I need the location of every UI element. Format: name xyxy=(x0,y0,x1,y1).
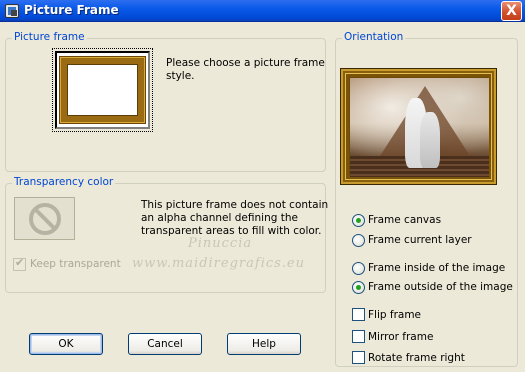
frame-outside-label[interactable]: Frame outside of the image xyxy=(368,281,513,294)
frame-instruction-line1: Please choose a picture frame xyxy=(166,57,325,69)
picture-frame-legend: Picture frame xyxy=(12,31,87,43)
flip-frame-label[interactable]: Flip frame xyxy=(368,309,421,322)
frame-style-picker[interactable] xyxy=(52,48,153,132)
mirror-frame-label[interactable]: Mirror frame xyxy=(368,331,433,344)
rotate-frame-right-checkbox[interactable] xyxy=(352,351,365,364)
keep-transparent-checkbox[interactable]: ✔ xyxy=(13,256,26,271)
rotate-frame-right-label[interactable]: Rotate frame right xyxy=(368,352,465,365)
alpha-message-line1: This picture frame does not contain xyxy=(141,199,329,211)
preview-image xyxy=(350,78,489,177)
help-button[interactable]: Help xyxy=(227,333,301,355)
orientation-preview xyxy=(340,68,497,185)
frame-canvas-label[interactable]: Frame canvas xyxy=(368,214,441,227)
close-button[interactable]: X xyxy=(501,1,522,21)
mirror-frame-checkbox[interactable] xyxy=(352,330,365,343)
orientation-legend: Orientation xyxy=(342,31,406,43)
flip-frame-checkbox[interactable] xyxy=(352,308,365,321)
frame-canvas-radio[interactable] xyxy=(352,214,365,227)
transparency-color-swatch xyxy=(14,197,75,240)
alpha-message-line2: an alpha channel defining the xyxy=(141,212,298,224)
ok-button[interactable]: OK xyxy=(29,333,103,355)
picture-frame-dialog: Picture Frame X Picture frame Please cho… xyxy=(0,0,525,372)
window-title: Picture Frame xyxy=(24,3,119,17)
watermark-line2: www.maidiregrafics.eu xyxy=(132,256,306,271)
frame-style-thumbnail xyxy=(55,51,150,129)
app-icon xyxy=(5,4,19,18)
preview-figure-2 xyxy=(420,112,440,168)
check-mark-icon: ✔ xyxy=(15,256,25,269)
frame-inside-label[interactable]: Frame inside of the image xyxy=(368,262,505,275)
frame-current-layer-label[interactable]: Frame current layer xyxy=(368,234,472,247)
title-bar[interactable]: Picture Frame X xyxy=(0,0,525,22)
frame-instruction-line2: style. xyxy=(166,70,195,82)
no-symbol-icon xyxy=(29,203,61,235)
frame-current-layer-radio[interactable] xyxy=(352,234,365,247)
keep-transparent-label: Keep transparent xyxy=(30,258,121,270)
cancel-button[interactable]: Cancel xyxy=(128,333,202,355)
gold-frame-preview xyxy=(61,58,144,122)
transparency-color-legend: Transparency color xyxy=(12,176,116,188)
frame-inside-radio[interactable] xyxy=(352,262,365,275)
frame-outside-radio[interactable] xyxy=(352,281,365,294)
watermark-line1: Pinuccia xyxy=(188,236,253,251)
